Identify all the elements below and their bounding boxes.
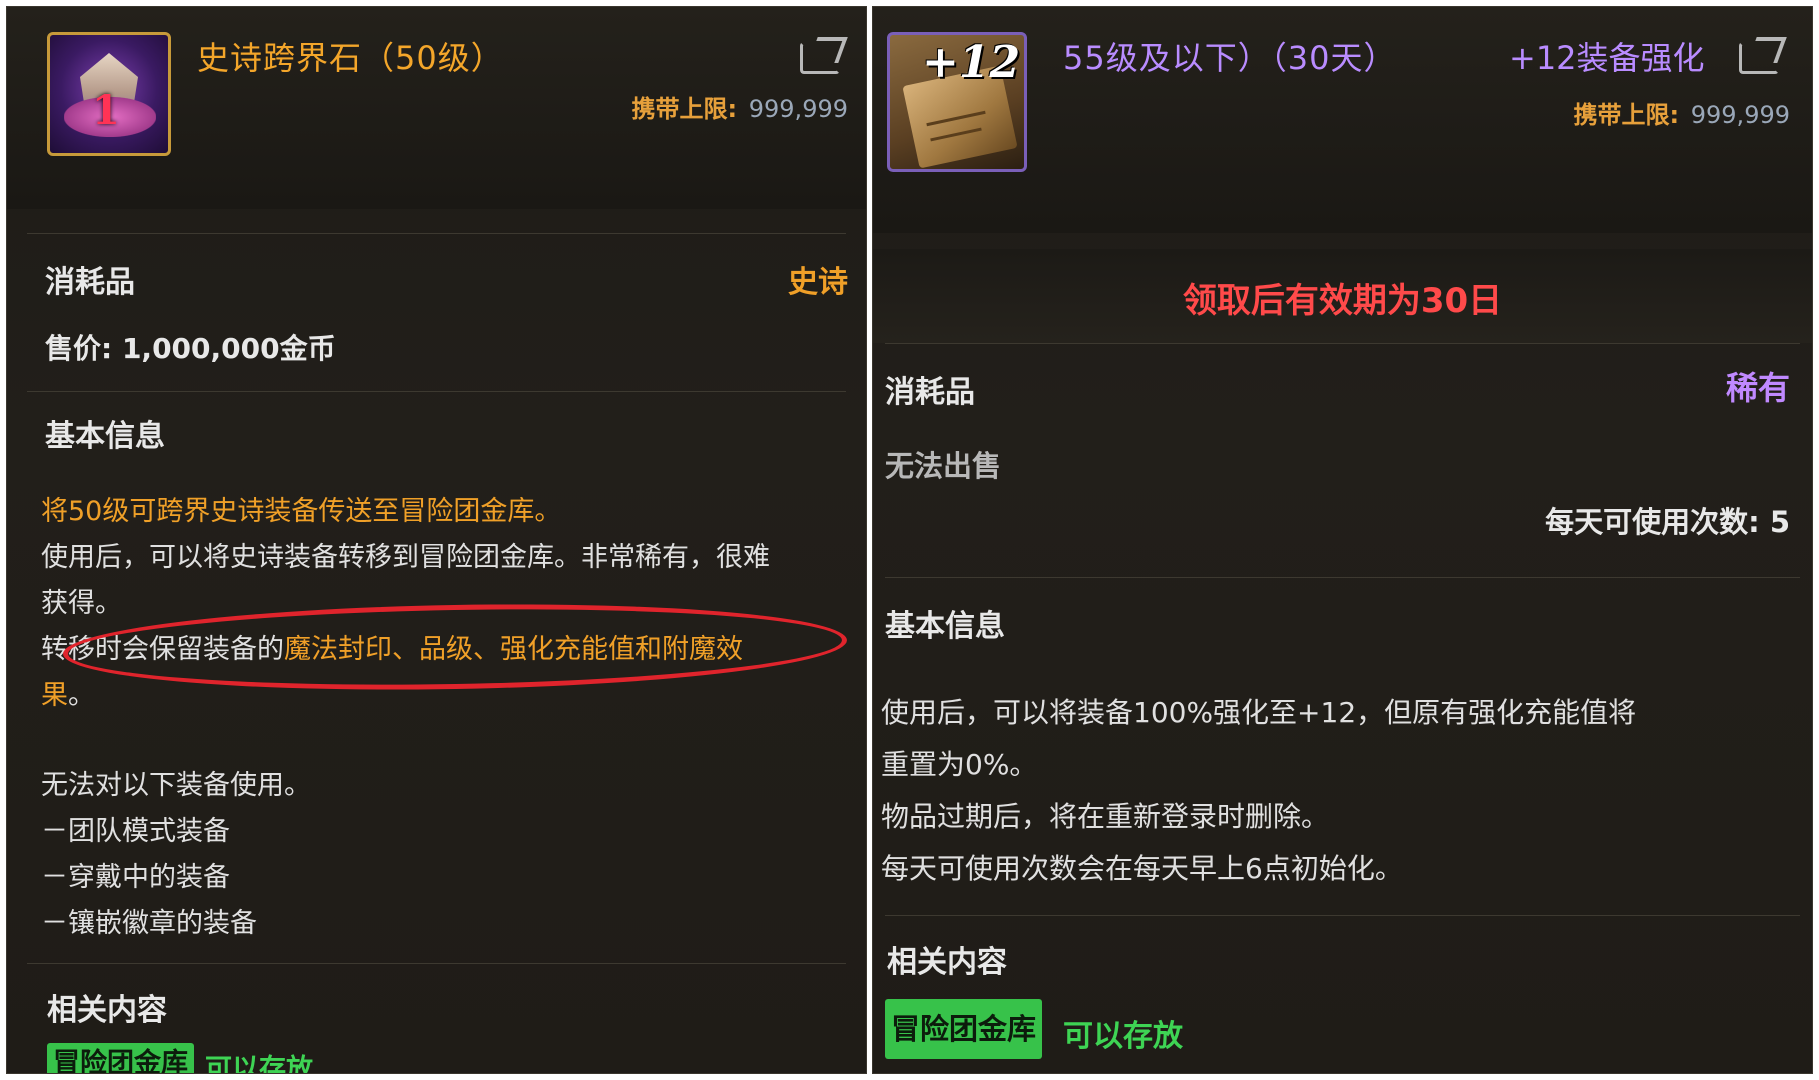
carry-limit-label: 携带上限: [631, 95, 738, 123]
enhance-level-label: +12 [922, 37, 1021, 88]
epic-stone-icon: 1 [47, 32, 171, 156]
restriction-item: －穿戴中的装备 [41, 862, 230, 893]
item-desc-line: 使用后，可以将装备100%强化至+12，但原有强化充能值将 [881, 696, 1637, 729]
storage-status: 可以存放 [205, 1054, 313, 1074]
item-desc-line: 获得。 [41, 588, 122, 619]
section-basic-info: 基本信息 [45, 419, 165, 454]
divider [885, 577, 1800, 578]
section-basic-info: 基本信息 [885, 609, 1005, 644]
item-desc-line: 果。 [41, 673, 95, 712]
item-tooltip-epic-stone: 1 史诗跨界石（50级） 携带上限: 999,999 消耗品 史诗 售价: 1,… [6, 6, 867, 1074]
divider [885, 915, 1800, 916]
item-desc-line: 物品过期后，将在重新登录时删除。 [881, 800, 1330, 833]
item-type: 消耗品 [885, 375, 975, 410]
restriction-title: 无法对以下装备使用。 [41, 770, 311, 801]
sell-price: 售价: 1,000,000金币 [45, 332, 336, 365]
share-icon[interactable] [1739, 42, 1779, 74]
storage-badge: 冒险团金库 [885, 999, 1043, 1059]
item-desc-line: 每天可使用次数会在每天早上6点初始化。 [881, 852, 1403, 885]
carry-limit-label: 携带上限: [1573, 101, 1680, 129]
item-rarity: 史诗 [788, 265, 848, 300]
storage-status: 可以存放 [1063, 1019, 1183, 1054]
enhance-scroll-icon: +12 [887, 32, 1027, 172]
item-title: 史诗跨界石（50级） [197, 39, 504, 77]
item-subtitle: +12装备强化 [1509, 39, 1705, 77]
restriction-item: －团队模式装备 [41, 816, 230, 847]
divider [27, 963, 846, 964]
red-annotation-ellipse [62, 598, 848, 696]
item-rarity: 稀有 [1725, 369, 1790, 407]
item-highlight: 将50级可跨界史诗装备传送至冒险团金库。 [41, 496, 562, 527]
carry-limit-value: 999,999 [1690, 101, 1790, 129]
item-tooltip-enhance-scroll: +12 55级及以下）（30天） +12装备强化 携带上限: 999,999 领… [872, 6, 1813, 1074]
expiry-text: 领取后有效期为30日 [1182, 281, 1503, 321]
section-related: 相关内容 [47, 993, 167, 1028]
carry-limit-value: 999,999 [748, 95, 848, 123]
item-type: 消耗品 [45, 265, 135, 300]
item-desc-line: 使用后，可以将史诗装备转移到冒险团金库。非常稀有，很难 [41, 542, 770, 573]
divider [27, 391, 846, 392]
carry-limit: 携带上限: 999,999 [632, 89, 849, 124]
sell-status: 无法出售 [885, 449, 1002, 483]
divider [27, 233, 846, 234]
desc-highlight: 果 [41, 680, 68, 711]
item-title: 55级及以下）（30天） [1063, 39, 1397, 77]
share-icon[interactable] [800, 42, 840, 74]
section-related: 相关内容 [887, 945, 1007, 980]
storage-badge: 冒险团金库 [47, 1043, 194, 1073]
desc-suffix: 。 [68, 680, 95, 711]
restriction-item: －镶嵌徽章的装备 [41, 908, 257, 939]
item-desc-line: 重置为0%。 [881, 748, 1038, 781]
daily-use-count: 每天可使用次数: 5 [1545, 505, 1790, 539]
carry-limit: 携带上限: 999,999 [1574, 95, 1791, 130]
divider [885, 343, 1800, 344]
